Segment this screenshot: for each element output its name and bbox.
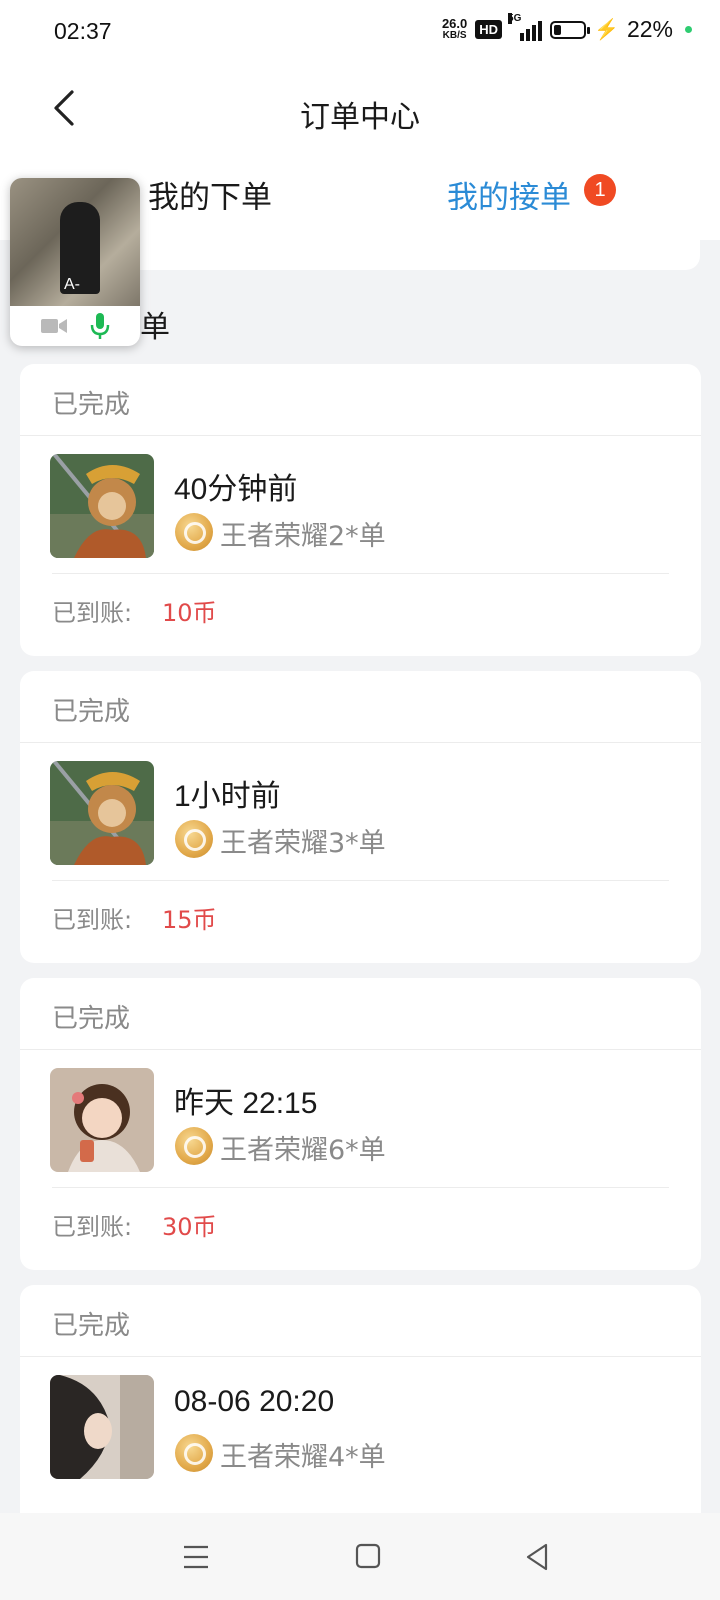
status-bar: 02:37 26.0 KB/S HD 5G ⚡ 22%	[0, 0, 720, 64]
battery-icon	[550, 20, 591, 39]
video-preview: A-	[10, 178, 140, 306]
floating-video-call[interactable]: A-	[10, 178, 140, 346]
payout-label: 已到账:	[52, 1213, 133, 1241]
monkey-king-avatar	[50, 761, 154, 865]
order-status: 已完成	[52, 390, 131, 420]
order-status: 已完成	[52, 1311, 131, 1341]
game-coin-icon	[175, 820, 213, 858]
recent-apps-button[interactable]	[178, 1541, 214, 1573]
menu-icon	[184, 1545, 208, 1569]
network-speed-value: 26.0	[441, 15, 468, 31]
payout-label: 已到账:	[52, 906, 133, 934]
network-speed: 26.0 KB/S	[441, 15, 468, 42]
order-time: 08-06 20:20	[174, 1385, 335, 1418]
section-heading: 单	[140, 310, 170, 345]
payout-value: 15币	[162, 906, 217, 934]
video-camera-icon[interactable]	[40, 316, 68, 336]
network-type-label: 5G	[508, 12, 522, 24]
hd-badge: HD	[475, 20, 503, 39]
order-status: 已完成	[52, 1004, 131, 1034]
order-card[interactable]: 已完成 1小时前 王者荣耀3*单 已到账: 15币	[20, 671, 701, 963]
status-time: 02:37	[54, 18, 112, 44]
back-nav-button[interactable]	[520, 1541, 556, 1573]
monkey-king-avatar	[50, 454, 154, 558]
home-button[interactable]	[350, 1541, 386, 1573]
status-indicators: 26.0 KB/S HD 5G ⚡ 22%	[441, 12, 692, 43]
microphone-icon[interactable]	[90, 312, 110, 340]
payout-label: 已到账:	[52, 599, 133, 627]
game-coin-icon	[175, 513, 213, 551]
battery-level	[554, 24, 562, 35]
order-time: 40分钟前	[174, 473, 298, 506]
video-overlay-text: A-	[64, 276, 80, 293]
system-navigation-bar	[0, 1513, 720, 1600]
order-time: 昨天 22:15	[174, 1087, 318, 1120]
triangle-back-icon	[526, 1543, 548, 1571]
girl-avatar	[50, 1068, 154, 1172]
privacy-indicator-dot	[685, 26, 692, 33]
game-coin-icon	[175, 1434, 213, 1472]
order-game-line: 王者荣耀2*单	[220, 521, 386, 552]
divider	[52, 880, 669, 881]
woman-avatar	[50, 1375, 154, 1479]
payout-value: 30币	[162, 1213, 217, 1241]
battery-percent: 22%	[626, 16, 673, 42]
square-icon	[355, 1543, 381, 1569]
game-coin-icon	[175, 1127, 213, 1165]
page-title: 订单中心	[300, 100, 420, 135]
divider	[52, 573, 669, 574]
order-card[interactable]: 已完成 08-06 20:20 王者荣耀4*单	[20, 1285, 701, 1525]
divider	[20, 435, 701, 436]
signal-icon: 5G	[508, 12, 543, 41]
notification-badge: 1	[584, 174, 616, 206]
network-speed-unit: KB/S	[442, 29, 467, 41]
divider	[20, 1356, 701, 1357]
divider	[20, 1049, 701, 1050]
order-game-line: 王者荣耀4*单	[220, 1442, 386, 1473]
payout-value: 10币	[162, 599, 217, 627]
call-controls	[10, 306, 140, 346]
order-game-line: 王者荣耀3*单	[220, 828, 386, 859]
order-time: 1小时前	[174, 780, 281, 813]
divider	[52, 1187, 669, 1188]
order-card[interactable]: 已完成 昨天 22:15 王者荣耀6*单 已到账: 30币	[20, 978, 701, 1270]
order-game-line: 王者荣耀6*单	[220, 1135, 386, 1166]
order-card[interactable]: 已完成 40分钟前 王者荣耀2*单 已到账: 10币	[20, 364, 701, 656]
order-status: 已完成	[52, 697, 131, 727]
charging-icon: ⚡	[594, 19, 619, 41]
divider	[20, 742, 701, 743]
